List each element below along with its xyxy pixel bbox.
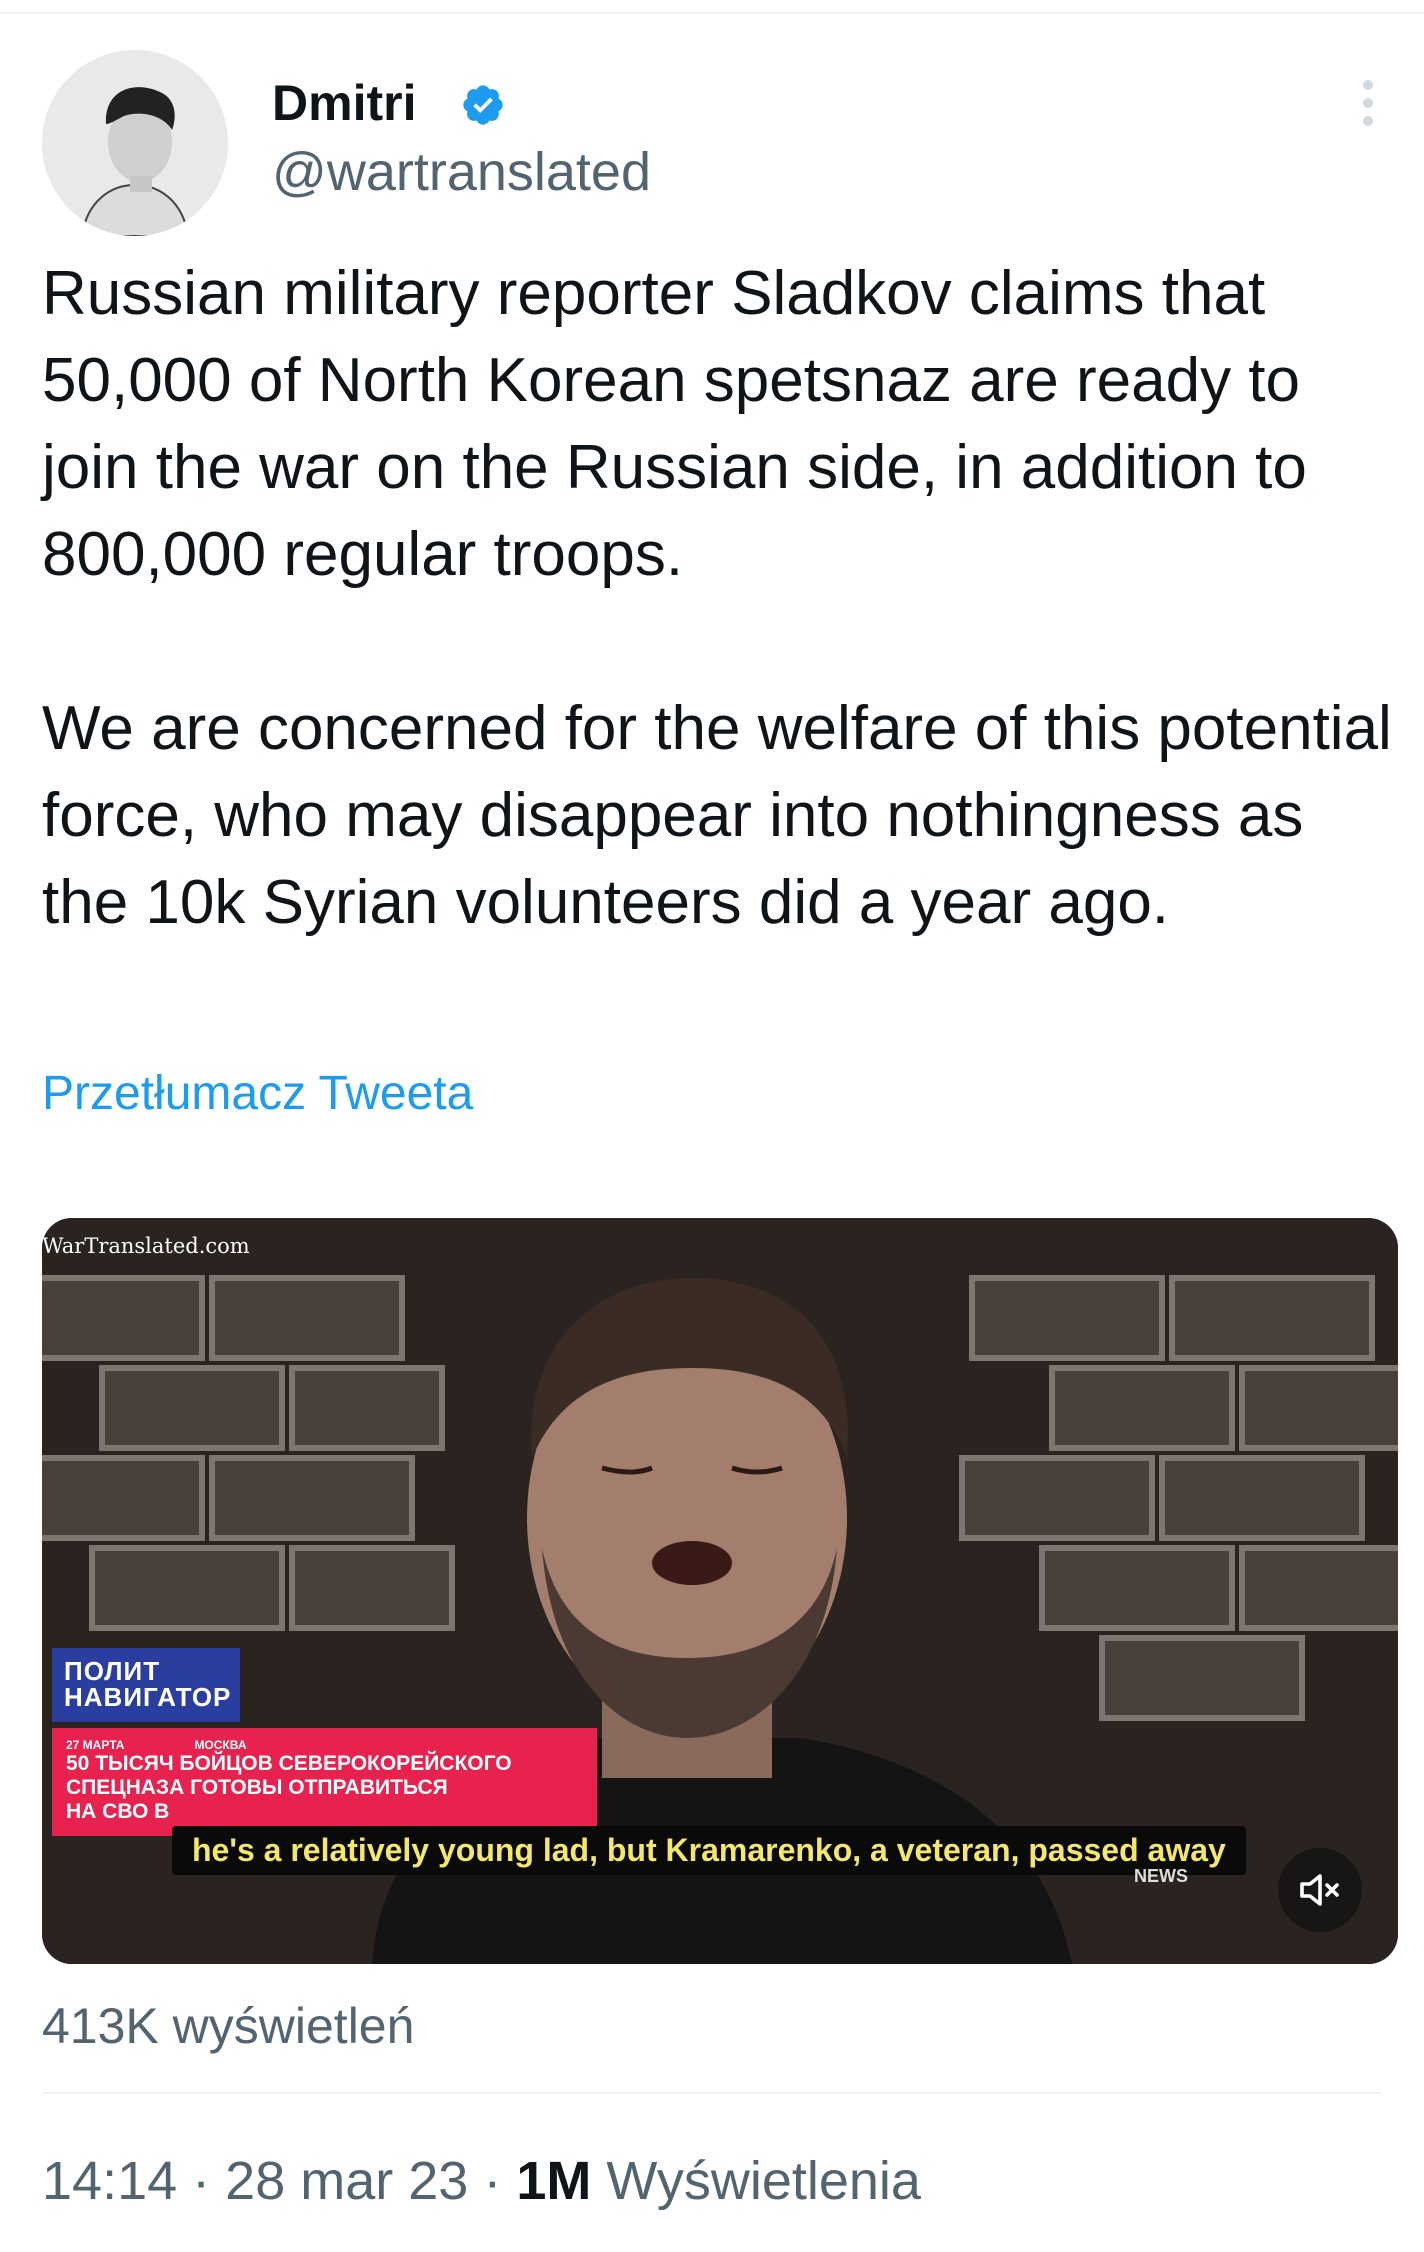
tweet-paragraph: Russian military reporter Sladkov claims… (42, 259, 1307, 589)
watermark: WarTranslated.com (42, 1234, 250, 1258)
tweet-paragraph: We are concerned for the welfare of this… (42, 694, 1392, 937)
avatar-photo-icon (42, 50, 228, 236)
separator: · (483, 2151, 502, 2211)
news-city: МОСКВА (194, 1738, 247, 1752)
news-date: 27 МАРТА (66, 1738, 125, 1752)
more-options-icon[interactable] (1358, 80, 1378, 134)
author-handle[interactable]: @wartranslated (272, 142, 651, 202)
mute-toggle-button[interactable] (1278, 1848, 1362, 1932)
top-divider (0, 12, 1424, 14)
translate-tweet-link[interactable]: Przetłumacz Tweeta (42, 1064, 473, 1124)
news-headline-line: СПЕЦНАЗА ГОТОВЫ ОТПРАВИТЬСЯ (66, 1776, 448, 1799)
news-headline-line: НА СВО В (66, 1800, 170, 1823)
verified-badge-icon (463, 85, 503, 125)
muted-speaker-icon (1300, 1874, 1339, 1906)
tweet-meta: 14:14 · 28 mar 23 · 1M Wyświetlenia (42, 2148, 921, 2214)
news-ticker: 27 МАРТА МОСКВА 50 ТЫСЯЧ БОЙЦОВ СЕВЕРОКО… (52, 1728, 597, 1836)
tweet-text: Russian military reporter Sladkov claims… (42, 250, 1392, 946)
views-short-count: 1M (516, 2151, 592, 2211)
video-player[interactable]: WarTranslated.com ПОЛИТ НАВИГАТОР 27 МАР… (42, 1218, 1398, 1964)
separator: · (192, 2151, 211, 2211)
tweet-date[interactable]: 28 mar 23 (225, 2151, 468, 2211)
channel-logo-text: ПОЛИТ НАВИГАТОР (64, 1656, 232, 1712)
avatar[interactable] (42, 50, 228, 236)
news-headline-line: 50 ТЫСЯЧ БОЙЦОВ СЕВЕРОКОРЕЙСКОГО (66, 1752, 512, 1775)
divider (42, 2092, 1382, 2094)
views-count: 413K wyświetleń (42, 1998, 415, 2054)
channel-logo: ПОЛИТ НАВИГАТОР (52, 1648, 240, 1722)
views-label: Wyświetlenia (606, 2151, 921, 2211)
author-display-name[interactable]: Dmitri (272, 74, 416, 132)
tweet-time[interactable]: 14:14 (42, 2151, 177, 2211)
video-subtitle: he's a relatively young lad, but Kramare… (172, 1826, 1246, 1875)
news-tag: NEWS (1134, 1866, 1188, 1886)
